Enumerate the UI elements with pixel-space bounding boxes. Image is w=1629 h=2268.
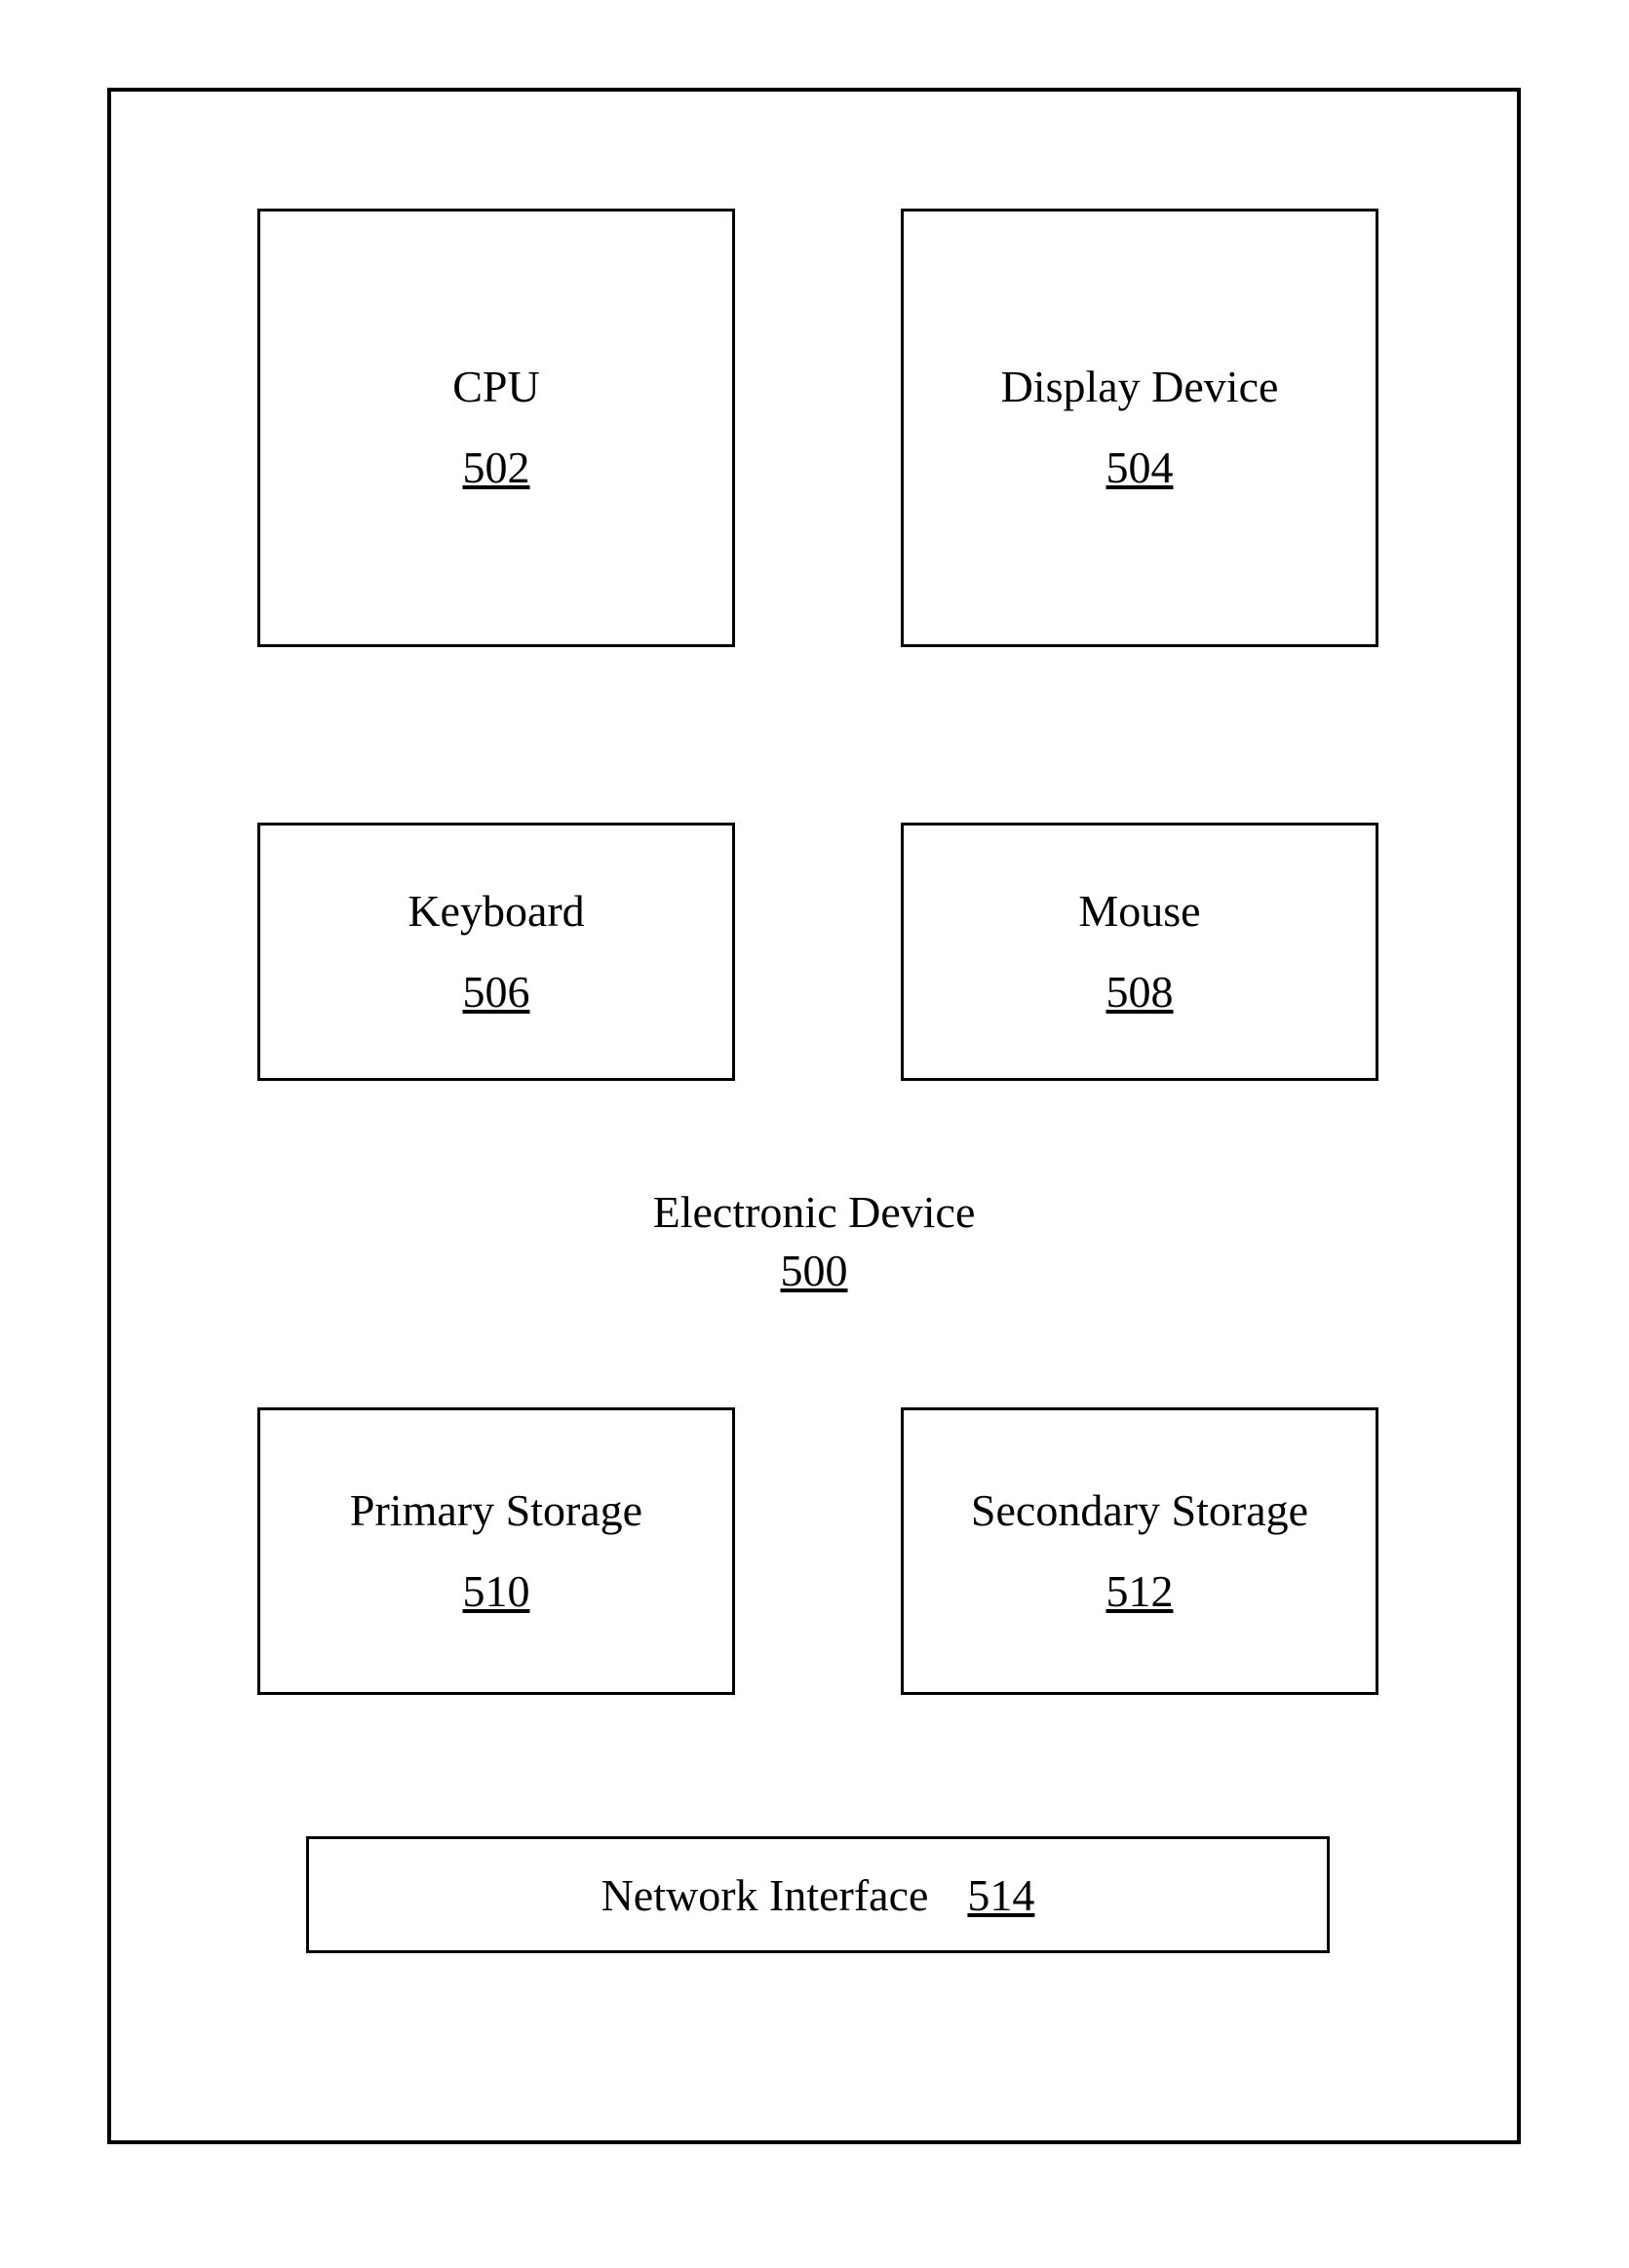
keyboard-block: Keyboard 506: [257, 823, 735, 1081]
keyboard-ref: 506: [463, 967, 530, 1019]
display-device-block: Display Device 504: [901, 209, 1378, 647]
network-interface-ref: 514: [967, 1869, 1034, 1921]
cpu-ref: 502: [463, 442, 530, 494]
container-caption: Electronic Device 500: [111, 1183, 1517, 1300]
network-interface-block: Network Interface 514: [306, 1836, 1330, 1953]
display-device-ref: 504: [1106, 442, 1174, 494]
primary-storage-label: Primary Storage: [350, 1485, 642, 1537]
mouse-label: Mouse: [1078, 886, 1200, 938]
keyboard-label: Keyboard: [407, 886, 584, 938]
secondary-storage-label: Secondary Storage: [971, 1485, 1308, 1537]
container-ref: 500: [111, 1242, 1517, 1300]
display-device-label: Display Device: [1001, 362, 1279, 413]
secondary-storage-block: Secondary Storage 512: [901, 1407, 1378, 1695]
network-interface-label: Network Interface: [601, 1869, 929, 1921]
primary-storage-block: Primary Storage 510: [257, 1407, 735, 1695]
cpu-block: CPU 502: [257, 209, 735, 647]
secondary-storage-ref: 512: [1106, 1566, 1174, 1618]
container-name: Electronic Device: [111, 1183, 1517, 1242]
mouse-ref: 508: [1106, 967, 1174, 1019]
electronic-device-container: CPU 502 Display Device 504 Keyboard 506 …: [107, 88, 1521, 2144]
mouse-block: Mouse 508: [901, 823, 1378, 1081]
primary-storage-ref: 510: [463, 1566, 530, 1618]
cpu-label: CPU: [452, 362, 539, 413]
